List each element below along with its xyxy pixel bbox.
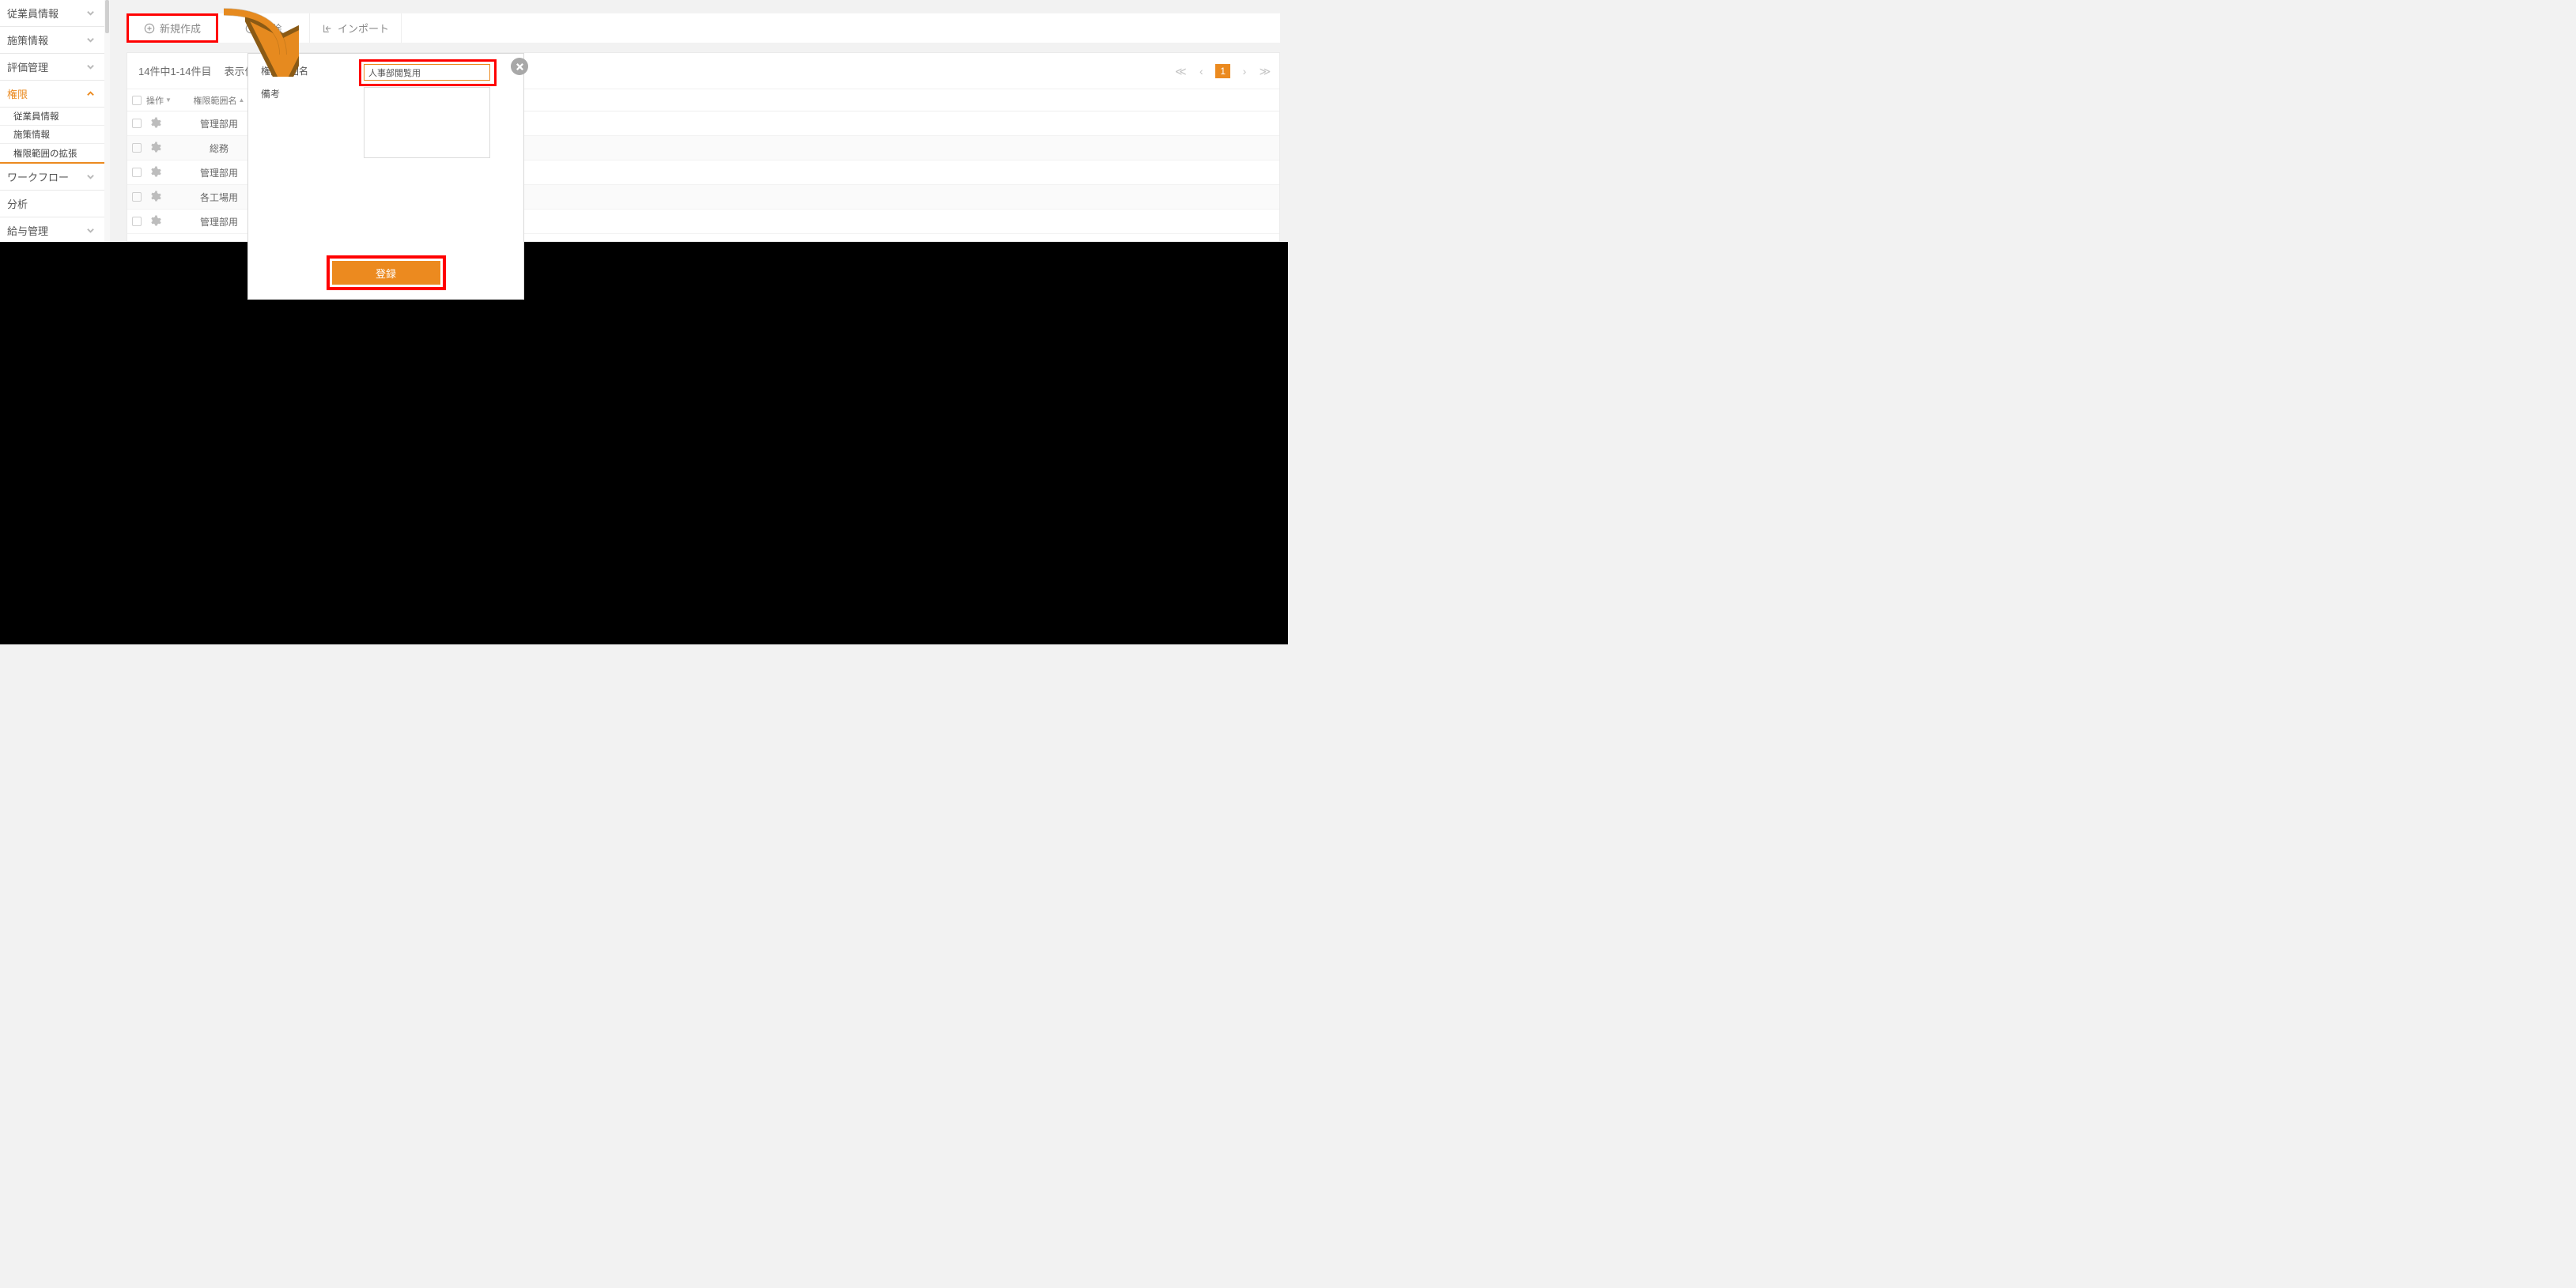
row-name: 各工場用 [179,191,259,204]
close-button[interactable] [511,58,528,75]
sidebar-label: 従業員情報 [7,6,59,21]
row-checkbox[interactable] [132,143,142,153]
chevron-up-icon [86,89,95,98]
chevron-down-icon [86,226,95,235]
sidebar-label: 評価管理 [7,59,48,74]
gear-icon[interactable] [149,117,161,130]
select-all-checkbox[interactable] [132,96,142,105]
sidebar-sub-label: 従業員情報 [13,110,59,123]
create-label: 新規作成 [160,21,201,36]
create-modal: 権限範囲名 備考 登録 [247,53,524,300]
toolbar: 新規作成 削除 インポート [127,13,1280,43]
sidebar-scrollbar-track [104,0,110,242]
col-scope-name[interactable]: 権限範囲名 ▲ [179,94,259,107]
page-prev-icon[interactable]: ‹ [1195,65,1207,77]
sidebar-sub-label: 権限範囲の拡張 [13,147,77,160]
sidebar-sub-label: 施策情報 [13,128,50,141]
sidebar: 従業員情報 施策情報 評価管理 権限 従業員情報 施策情報 権限範囲の拡張 ワー… [0,0,110,242]
col-name-label: 権限範囲名 [194,94,237,107]
page-current[interactable]: 1 [1215,64,1230,78]
chevron-down-icon [86,172,95,181]
close-icon [516,62,524,71]
sidebar-sub-scope[interactable]: 権限範囲の拡張 [0,144,104,162]
import-icon [322,23,333,34]
page-next-icon[interactable]: › [1238,65,1251,77]
row-name: 管理部用 [179,166,259,179]
sort-desc-icon: ▼ [165,96,172,104]
sidebar-item-workflow[interactable]: ワークフロー [0,164,104,191]
row-checkbox[interactable] [132,192,142,202]
chevron-down-icon [86,62,95,71]
black-area [0,242,1288,644]
sidebar-label: 施策情報 [7,32,48,47]
col-op-label: 操作 [146,94,164,107]
pagination: ≪ ‹ 1 › ≫ [1174,53,1271,89]
import-label: インポート [338,21,389,36]
gear-icon[interactable] [149,142,161,154]
scope-name-label: 権限範囲名 [261,64,364,77]
row-checkbox[interactable] [132,119,142,128]
gear-icon[interactable] [149,215,161,228]
sidebar-item-permission[interactable]: 権限 [0,81,104,108]
create-button[interactable]: 新規作成 [127,13,218,43]
sidebar-item-analysis[interactable]: 分析 [0,191,104,217]
sidebar-scrollbar-thumb[interactable] [105,0,109,33]
record-count: 14件中1-14件目 [138,63,211,78]
sidebar-label: 権限 [7,86,28,101]
sidebar-item-payroll[interactable]: 給与管理 [0,217,104,244]
delete-button[interactable]: 削除 [218,13,310,43]
chevron-down-icon [86,36,95,44]
row-name: 管理部用 [179,215,259,229]
page-first-icon[interactable]: ≪ [1174,65,1187,78]
import-button[interactable]: インポート [310,13,402,43]
sidebar-item-evaluation[interactable]: 評価管理 [0,54,104,81]
sidebar-label: 給与管理 [7,223,48,238]
sidebar-sub-policy[interactable]: 施策情報 [0,126,104,144]
register-button[interactable]: 登録 [332,261,440,285]
gear-icon[interactable] [149,191,161,203]
minus-circle-icon [245,23,256,34]
sidebar-item-policy[interactable]: 施策情報 [0,27,104,54]
row-name: 管理部用 [179,117,259,130]
plus-circle-icon [144,23,155,34]
sidebar-label: ワークフロー [7,169,69,184]
row-checkbox[interactable] [132,168,142,177]
row-name: 総務 [179,142,259,155]
note-label: 備考 [261,87,364,100]
row-checkbox[interactable] [132,217,142,226]
sidebar-label: 分析 [7,196,28,211]
sidebar-item-employee[interactable]: 従業員情報 [0,0,104,27]
delete-label: 削除 [261,21,281,36]
sort-asc-icon: ▲ [239,96,245,104]
scope-name-input[interactable] [364,64,490,81]
note-textarea[interactable] [364,87,490,158]
page-last-icon[interactable]: ≫ [1259,65,1271,78]
col-operation[interactable]: 操作 ▼ [146,94,179,107]
gear-icon[interactable] [149,166,161,179]
chevron-down-icon [86,9,95,17]
sidebar-sub-employee[interactable]: 従業員情報 [0,108,104,126]
